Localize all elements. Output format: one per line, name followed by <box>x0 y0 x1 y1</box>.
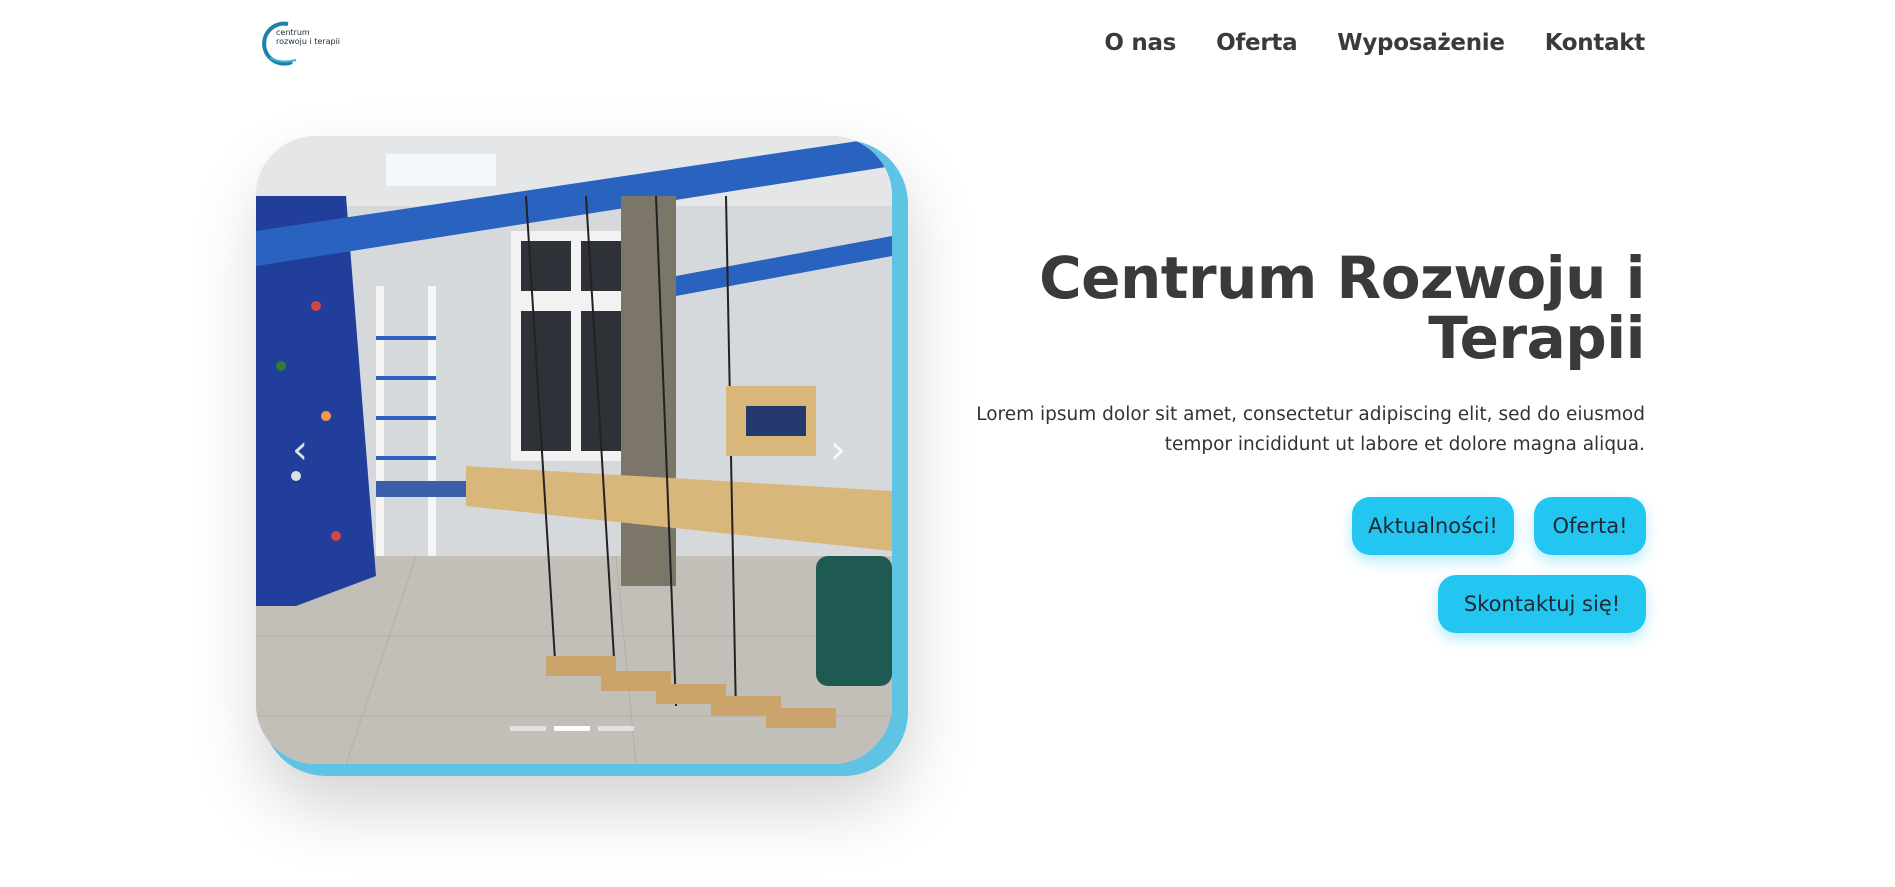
hero-title: Centrum Rozwoju i Terapii <box>1039 244 1645 372</box>
carousel-indicator-1[interactable] <box>510 726 546 731</box>
therapy-room-photo <box>256 136 892 764</box>
nav-link-contact[interactable]: Kontakt <box>1545 30 1646 56</box>
contact-button[interactable]: Skontaktuj się! <box>1438 575 1646 633</box>
carousel-next-button[interactable]: › <box>830 430 846 470</box>
site-logo[interactable]: centrum rozwoju i terapii <box>262 18 340 68</box>
carousel-indicator-2[interactable] <box>554 726 590 731</box>
nav-link-equipment[interactable]: Wyposażenie <box>1337 30 1505 56</box>
carousel-indicators <box>510 726 634 731</box>
carousel-prev-button[interactable]: ‹ <box>292 430 308 470</box>
hero-description: Lorem ipsum dolor sit amet, consectetur … <box>976 404 1645 455</box>
main-nav: O nas Oferta Wyposażenie Kontakt <box>1104 30 1645 56</box>
image-carousel[interactable] <box>256 136 892 764</box>
site-header: centrum rozwoju i terapii O nas Oferta W… <box>0 0 1895 90</box>
logo-line-2: rozwoju i terapii <box>276 37 341 46</box>
chevron-left-icon: ‹ <box>292 427 308 473</box>
nav-link-offer[interactable]: Oferta <box>1216 30 1298 56</box>
carousel-indicator-3[interactable] <box>598 726 634 731</box>
offer-button[interactable]: Oferta! <box>1534 497 1646 555</box>
nav-link-about[interactable]: O nas <box>1104 30 1176 56</box>
logo-text: centrum rozwoju i terapii <box>276 28 340 46</box>
logo-line-1: centrum <box>276 28 310 37</box>
news-button[interactable]: Aktualności! <box>1352 497 1514 555</box>
chevron-right-icon: › <box>830 427 846 473</box>
